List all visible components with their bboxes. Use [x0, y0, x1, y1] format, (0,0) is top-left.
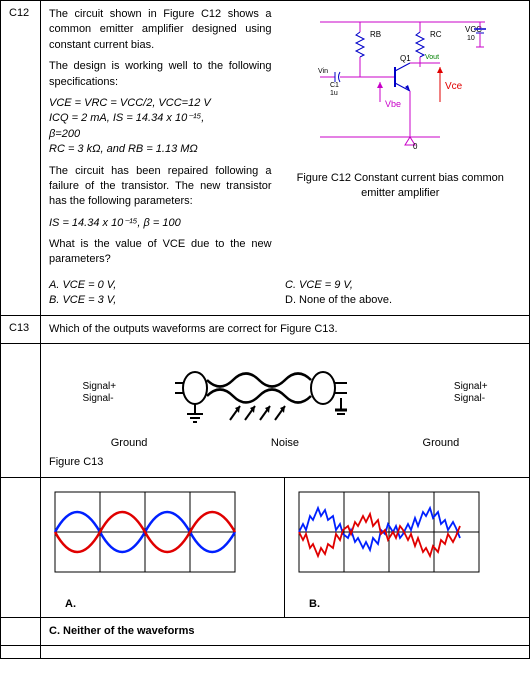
circuit-diagram: RB RC VCC 10	[300, 7, 500, 167]
rc-label: RC	[430, 30, 442, 39]
twisted-pair-icon	[175, 358, 395, 428]
q12-spec-l2: ICQ = 2 mA, IS = 14.34 x 10⁻¹⁵,	[49, 112, 204, 124]
q12-spec-l4: RC = 3 kΩ, and RB = 1.13 MΩ	[49, 143, 198, 155]
left-sig-plus: Signal+	[82, 381, 116, 393]
c13-diagram: Signal+ Signal-	[49, 350, 521, 436]
ground-right-label: Ground	[423, 436, 460, 451]
q13-optc-id-cell	[1, 617, 41, 645]
q13-optc-cell: C. Neither of the waveforms	[41, 617, 530, 645]
q12-spec-l1: VCE = VRC = VCC/2, VCC=12 V	[49, 97, 211, 109]
q13-wave-id-cell	[1, 477, 41, 617]
q12-text-column: The circuit shown in Figure C12 shows a …	[49, 7, 276, 274]
noise-label: Noise	[271, 436, 299, 451]
right-signal-labels: Signal+ Signal-	[454, 381, 488, 405]
waveform-a-chart	[45, 482, 245, 592]
vout-label: Vout	[425, 54, 439, 61]
right-sig-plus: Signal+	[454, 381, 488, 393]
vbe-label: Vbe	[385, 99, 401, 109]
q12-optD: D. None of the above.	[285, 294, 392, 306]
q13-fig-caption: Figure C13	[49, 455, 521, 470]
q12-content: The circuit shown in Figure C12 shows a …	[41, 1, 530, 316]
q12-fig-caption: Figure C12 Constant current bias common …	[280, 171, 521, 202]
gnd-label: 0	[413, 142, 418, 151]
q12-spec-l3: β=200	[49, 128, 80, 140]
left-sig-minus: Signal-	[82, 393, 116, 405]
q12-optC: C. VCE = 9 V,	[285, 279, 353, 291]
q13-fig-id-cell	[1, 344, 41, 478]
c1-val: 1u	[330, 90, 338, 97]
q12-id: C12	[9, 7, 29, 19]
q1-label: Q1	[400, 54, 411, 63]
q13-optA: A.	[65, 597, 280, 612]
q13-waveforms-cell: A. B.	[41, 477, 530, 617]
q13-figure-cell: Signal+ Signal-	[41, 344, 530, 478]
q12-para2: The design is working well to the follow…	[49, 59, 272, 90]
rb-label: RB	[370, 30, 381, 39]
waveform-a-box: A.	[41, 478, 285, 617]
q12-options: A. A. VCE = 0 V, B. B. VCE = 3 V, C. C. …	[49, 278, 521, 309]
q12-specs: VCE = VRC = VCC/2, VCC=12 V ICQ = 2 mA, …	[49, 96, 272, 158]
q12-para1: The circuit shown in Figure C12 shows a …	[49, 7, 272, 53]
q13-id: C13	[9, 322, 29, 334]
c1-label: C1	[330, 82, 339, 89]
q12-optB: B. VCE = 3 V,	[49, 294, 116, 306]
q13-question: Which of the outputs waveforms are corre…	[49, 323, 338, 335]
q13-optB: B.	[309, 597, 525, 612]
q13-id-cell: C13	[1, 315, 41, 343]
vin-label: Vin	[318, 68, 328, 75]
waveform-b-box: B.	[285, 478, 529, 617]
q13-question-cell: Which of the outputs waveforms are corre…	[41, 315, 530, 343]
left-signal-labels: Signal+ Signal-	[82, 381, 116, 405]
q12-newparam: IS = 14.34 x 10⁻¹⁵, β = 100	[49, 216, 272, 231]
waveform-b-chart	[289, 482, 489, 592]
q12-figure-column: RB RC VCC 10	[276, 7, 521, 274]
right-sig-minus: Signal-	[454, 393, 488, 405]
q12-question: What is the value of VCE due to the new …	[49, 237, 272, 268]
ground-left-label: Ground	[111, 436, 148, 451]
question-table: C12 The circuit shown in Figure C12 show…	[0, 0, 530, 659]
q13-optC: C. Neither of the waveforms	[49, 625, 194, 637]
q12-para3: The circuit has been repaired following …	[49, 164, 272, 210]
vce-label: Vce	[445, 81, 463, 92]
vcc-num: 10	[467, 35, 475, 42]
q12-id-cell: C12	[1, 1, 41, 316]
q12-optA: A. VCE = 0 V,	[49, 279, 116, 291]
